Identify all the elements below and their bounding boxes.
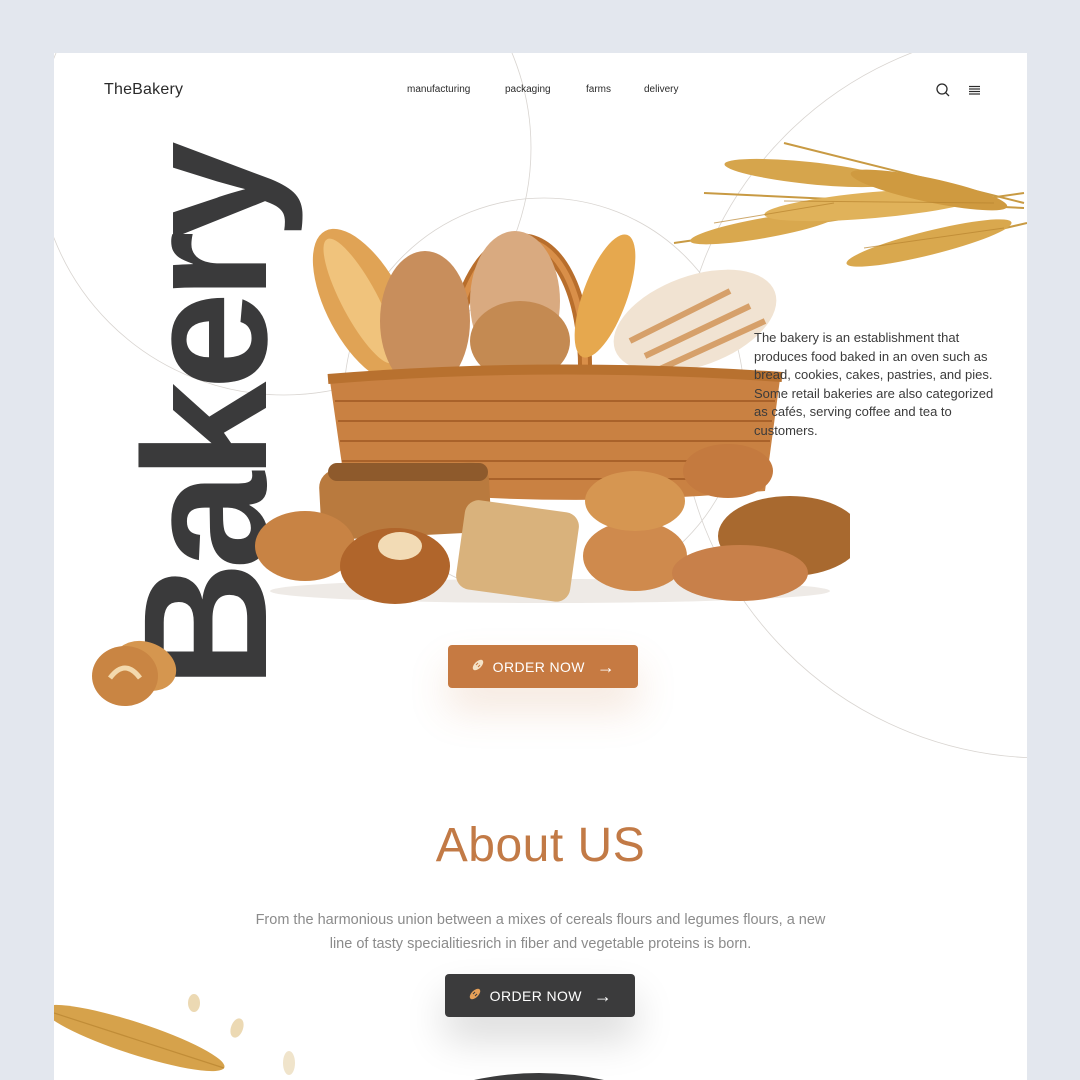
arrow-right-icon: → — [596, 656, 616, 677]
wheat-bottom-image — [54, 994, 295, 1075]
about-title: About US — [435, 819, 646, 872]
bread-icon — [468, 987, 482, 1004]
menu-icon[interactable] — [966, 81, 984, 99]
order-now-button[interactable]: ORDER NOW → — [448, 645, 638, 688]
arrow-right-icon: → — [593, 985, 613, 1006]
hero-description: The bakery is an establishment that prod… — [754, 330, 994, 438]
brand-logo[interactable]: TheBakery — [104, 81, 183, 99]
landing-page: TheBakery manufacturing packaging farms … — [54, 53, 1027, 1080]
bread-roll-image — [92, 640, 177, 706]
search-icon[interactable] — [934, 81, 952, 99]
nav-link-farms[interactable]: farms — [586, 84, 611, 95]
bread-icon — [471, 658, 485, 675]
nav-link-packaging[interactable]: packaging — [505, 84, 551, 95]
order-now-button-secondary[interactable]: ORDER NOW → — [445, 974, 635, 1017]
order-now-label: ORDER NOW — [492, 658, 585, 675]
nav-link-delivery[interactable]: delivery — [644, 84, 678, 95]
nav-link-manufacturing[interactable]: manufacturing — [407, 84, 470, 95]
about-text: From the harmonious union between a mixe… — [255, 911, 826, 952]
bottom-dome-shape — [474, 1073, 604, 1080]
order-now-label: ORDER NOW — [489, 987, 582, 1004]
